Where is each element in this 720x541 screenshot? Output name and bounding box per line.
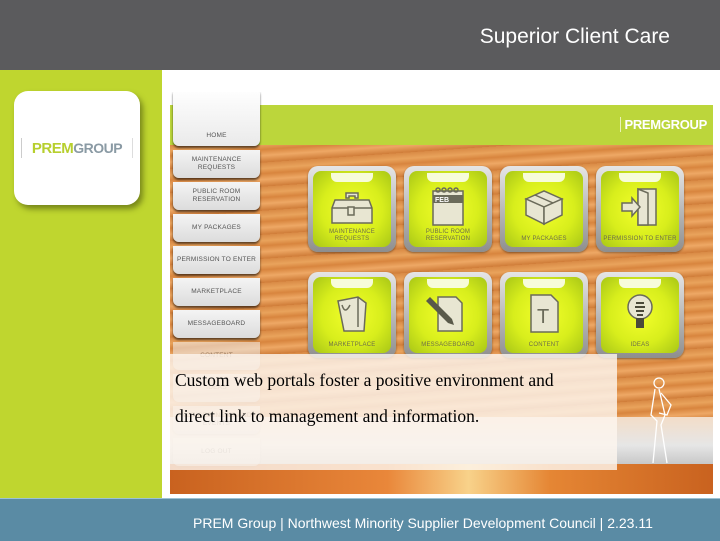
prem-group-logo-card: PREMGROUP: [14, 91, 140, 205]
tile-label: MARKETPLACE: [328, 342, 376, 348]
calendar-icon: FEB: [432, 187, 464, 226]
tile-maintenance-requests[interactable]: MAINTENANCE REQUESTS: [308, 166, 396, 252]
logo-prem-text: PREM: [31, 140, 74, 157]
nav-item-permission-to-enter[interactable]: PERMISSION TO ENTER: [173, 246, 260, 274]
text-document-icon: T: [530, 294, 559, 333]
tile-label: MY PACKAGES: [521, 236, 567, 242]
caption-line-1: Custom web portals foster a positive env…: [175, 370, 554, 390]
nav-label: MAINTENANCE REQUESTS: [191, 156, 242, 171]
tile-label: PERMISSION TO ENTER: [603, 236, 677, 242]
nav-item-marketplace[interactable]: MARKETPLACE: [173, 278, 260, 306]
nav-label: PERMISSION TO ENTER: [176, 256, 257, 263]
tile-label: CONTENT: [528, 342, 560, 348]
caption-text: Custom web portals foster a positive env…: [175, 362, 615, 434]
nav-label: HOME: [206, 132, 227, 139]
nav-item-messageboard[interactable]: MESSAGEBOARD: [173, 310, 260, 338]
banner-logo-prem: PREM: [624, 117, 661, 132]
package-box-icon: [524, 190, 564, 226]
tile-messageboard[interactable]: MESSAGEBOARD: [404, 272, 492, 358]
door-enter-icon: [621, 187, 657, 226]
tile-permission-to-enter[interactable]: PERMISSION TO ENTER: [596, 166, 684, 252]
tile-label: IDEAS: [630, 342, 650, 348]
caption-overlay: Custom web portals foster a positive env…: [170, 354, 617, 470]
nav-item-home[interactable]: HOME: [173, 92, 260, 146]
shopping-bag-icon: [337, 296, 367, 332]
nav-label: MESSAGEBOARD: [187, 320, 246, 327]
tile-public-room-reservation[interactable]: FEB PUBLIC ROOM RESERVATION: [404, 166, 492, 252]
caption-line-2: direct link to management and informatio…: [175, 406, 480, 426]
walking-person-sketch-icon: [650, 377, 672, 464]
tile-content[interactable]: T CONTENT: [500, 272, 588, 358]
pencil-document-icon: [426, 296, 463, 332]
nav-item-public-room-reservation[interactable]: PUBLIC ROOM RESERVATION: [173, 182, 260, 210]
nav-item-my-packages[interactable]: MY PACKAGES: [173, 214, 260, 242]
slide-header: Superior Client Care: [0, 0, 720, 70]
slide-footer: PREM Group | Northwest Minority Supplier…: [0, 498, 720, 541]
tile-my-packages[interactable]: MY PACKAGES: [500, 166, 588, 252]
nav-label: MARKETPLACE: [191, 288, 242, 295]
tile-marketplace[interactable]: MARKETPLACE: [308, 272, 396, 358]
tile-label: MESSAGEBOARD: [421, 342, 475, 348]
content-t-glyph: T: [537, 306, 549, 328]
nav-label: MY PACKAGES: [192, 224, 241, 231]
nav-label: PUBLIC ROOM RESERVATION: [192, 188, 241, 203]
nav-item-maintenance-requests[interactable]: MAINTENANCE REQUESTS: [173, 150, 260, 178]
tile-label: MAINTENANCE REQUESTS: [329, 229, 375, 242]
portal-banner-logo: PREMGROUP: [620, 117, 707, 132]
logo-group-text: GROUP: [73, 140, 123, 156]
tile-ideas[interactable]: IDEAS: [596, 272, 684, 358]
tile-label: PUBLIC ROOM RESERVATION: [425, 229, 471, 242]
footer-text: PREM Group | Northwest Minority Supplier…: [193, 515, 653, 531]
banner-logo-group: GROUP: [660, 117, 707, 132]
calendar-month-text: FEB: [435, 197, 449, 204]
slide-title: Superior Client Care: [479, 25, 670, 48]
toolbox-icon: [331, 192, 373, 224]
lightbulb-icon: [627, 294, 653, 328]
prem-group-logo: PREMGROUP: [21, 138, 133, 158]
